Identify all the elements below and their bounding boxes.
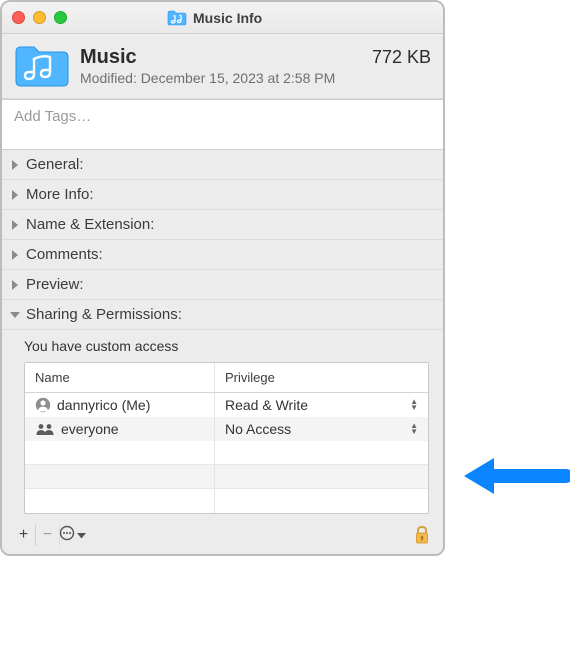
close-button[interactable] bbox=[12, 11, 25, 24]
permissions-table: Name Privilege dannyrico (Me) Read & Wri… bbox=[24, 362, 429, 514]
section-label: General: bbox=[26, 156, 84, 173]
table-row bbox=[25, 489, 428, 513]
chevron-right-icon bbox=[10, 190, 20, 200]
table-row bbox=[25, 441, 428, 465]
lock-button[interactable] bbox=[411, 524, 433, 546]
header-info: Music 772 KB Modified: December 15, 2023… bbox=[80, 46, 431, 86]
chevron-right-icon bbox=[10, 160, 20, 170]
section-label: More Info: bbox=[26, 186, 94, 203]
ellipsis-circle-icon bbox=[59, 525, 75, 546]
lock-icon bbox=[414, 525, 430, 545]
tags-input[interactable] bbox=[2, 100, 443, 149]
folder-icon bbox=[14, 44, 70, 88]
window-title: Music Info bbox=[193, 10, 262, 26]
table-row bbox=[25, 465, 428, 489]
sections: General: More Info: Name & Extension: Co… bbox=[2, 150, 443, 554]
column-name[interactable]: Name bbox=[25, 363, 215, 392]
privilege-value: Read & Write bbox=[225, 397, 404, 413]
permissions-hint: You have custom access bbox=[24, 334, 429, 362]
section-sharing-permissions[interactable]: Sharing & Permissions: bbox=[2, 300, 443, 330]
permissions-header: Name Privilege bbox=[25, 363, 428, 393]
section-name-extension[interactable]: Name & Extension: bbox=[2, 210, 443, 240]
action-menu-button[interactable] bbox=[60, 524, 84, 546]
section-more-info[interactable]: More Info: bbox=[2, 180, 443, 210]
item-size: 772 KB bbox=[372, 47, 431, 68]
table-row[interactable]: everyone No Access ▲▼ bbox=[25, 417, 428, 441]
section-label: Preview: bbox=[26, 276, 84, 293]
tags-field[interactable] bbox=[2, 99, 443, 150]
updown-icon: ▲▼ bbox=[410, 423, 422, 435]
single-user-icon bbox=[35, 397, 51, 413]
minus-icon: − bbox=[43, 526, 52, 544]
traffic-lights bbox=[12, 11, 67, 24]
chevron-right-icon bbox=[10, 250, 20, 260]
section-label: Sharing & Permissions: bbox=[26, 306, 182, 323]
remove-button[interactable]: − bbox=[36, 524, 60, 546]
section-comments[interactable]: Comments: bbox=[2, 240, 443, 270]
section-preview[interactable]: Preview: bbox=[2, 270, 443, 300]
item-modified: Modified: December 15, 2023 at 2:58 PM bbox=[80, 70, 431, 86]
plus-icon: + bbox=[19, 526, 28, 544]
section-general[interactable]: General: bbox=[2, 150, 443, 180]
chevron-right-icon bbox=[10, 280, 20, 290]
privilege-value: No Access bbox=[225, 421, 404, 437]
header: Music 772 KB Modified: December 15, 2023… bbox=[2, 34, 443, 99]
group-icon bbox=[35, 422, 55, 436]
chevron-right-icon bbox=[10, 220, 20, 230]
table-row[interactable]: dannyrico (Me) Read & Write ▲▼ bbox=[25, 393, 428, 417]
column-privilege[interactable]: Privilege bbox=[215, 363, 428, 392]
zoom-button[interactable] bbox=[54, 11, 67, 24]
add-button[interactable]: + bbox=[12, 524, 36, 546]
section-label: Comments: bbox=[26, 246, 103, 263]
arrow-annotation-icon bbox=[460, 454, 570, 501]
privilege-select[interactable]: No Access ▲▼ bbox=[215, 417, 428, 441]
titlebar: Music Info bbox=[2, 2, 443, 34]
item-name: Music bbox=[80, 46, 137, 69]
permissions-body: You have custom access Name Privilege da… bbox=[2, 330, 443, 520]
privilege-select[interactable]: Read & Write ▲▼ bbox=[215, 393, 428, 417]
bottom-bar: + − bbox=[2, 520, 443, 554]
minimize-button[interactable] bbox=[33, 11, 46, 24]
info-window: Music Info Music 772 KB Modified: Decemb… bbox=[0, 0, 445, 556]
title-group: Music Info bbox=[167, 10, 262, 26]
folder-icon bbox=[167, 10, 187, 26]
section-label: Name & Extension: bbox=[26, 216, 154, 233]
updown-icon: ▲▼ bbox=[410, 399, 422, 411]
chevron-down-icon bbox=[77, 526, 86, 544]
chevron-down-icon bbox=[10, 310, 20, 320]
user-name: dannyrico (Me) bbox=[57, 397, 150, 413]
user-name: everyone bbox=[61, 421, 119, 437]
